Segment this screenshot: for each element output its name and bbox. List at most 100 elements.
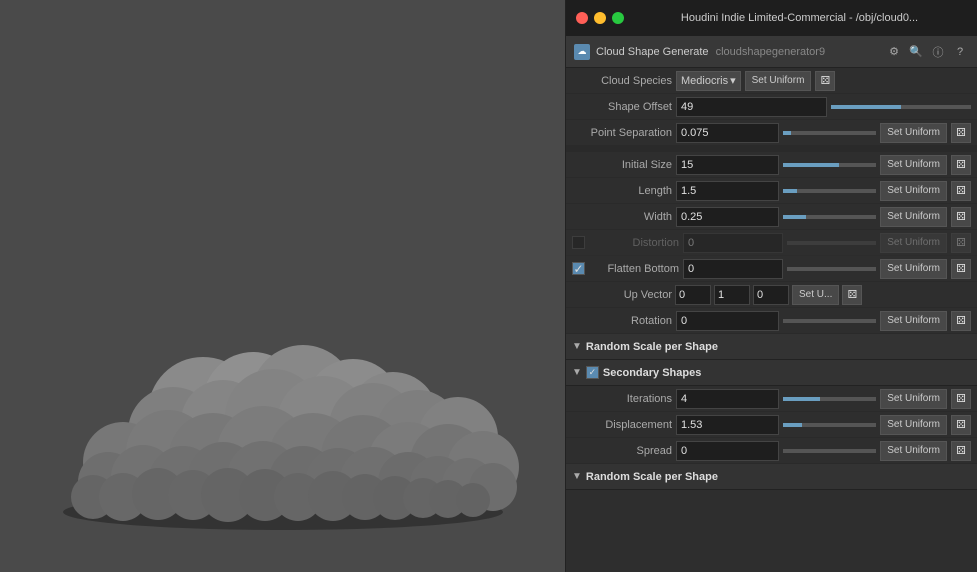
displacement-set-uniform[interactable]: Set Uniform — [880, 415, 947, 435]
iterations-label: Iterations — [572, 393, 672, 405]
length-row: Length Set Uniform ⚄ — [566, 178, 977, 204]
traffic-lights — [576, 12, 624, 24]
random-scale2-label: Random Scale per Shape — [586, 471, 718, 483]
up-vector-row: Up Vector Set U... ⚄ — [566, 282, 977, 308]
iterations-dice[interactable]: ⚄ — [951, 389, 971, 409]
header-icons: ⚙ 🔍 ⓘ ? — [885, 43, 969, 61]
flatten-bottom-set-uniform[interactable]: Set Uniform — [880, 259, 947, 279]
displacement-input[interactable] — [676, 415, 779, 435]
viewport — [0, 0, 565, 572]
main-window: Houdini Indie Limited-Commercial - /obj/… — [0, 0, 977, 572]
distortion-row: Distortion Set Uniform ⚄ — [566, 230, 977, 256]
secondary-shapes-checkbox[interactable]: ✓ — [586, 366, 599, 379]
length-input[interactable] — [676, 181, 779, 201]
displacement-dice[interactable]: ⚄ — [951, 415, 971, 435]
point-separation-dice[interactable]: ⚄ — [951, 123, 971, 143]
flatten-bottom-row: ✓ Flatten Bottom Set Uniform ⚄ — [566, 256, 977, 282]
width-dice[interactable]: ⚄ — [951, 207, 971, 227]
cloud-species-label: Cloud Species — [572, 75, 672, 87]
initial-size-set-uniform[interactable]: Set Uniform — [880, 155, 947, 175]
distortion-dice[interactable]: ⚄ — [951, 233, 971, 253]
shape-offset-label: Shape Offset — [572, 101, 672, 113]
minimize-button[interactable] — [594, 12, 606, 24]
random-scale2-section[interactable]: ▼ Random Scale per Shape — [566, 464, 977, 490]
secondary-shapes-section[interactable]: ▼ ✓ Secondary Shapes — [566, 360, 977, 386]
initial-size-row: Initial Size Set Uniform ⚄ — [566, 152, 977, 178]
distortion-checkbox[interactable] — [572, 236, 585, 249]
distortion-set-uniform[interactable]: Set Uniform — [880, 233, 947, 253]
search-icon[interactable]: 🔍 — [907, 43, 925, 61]
shape-offset-input[interactable] — [676, 97, 827, 117]
point-separation-label: Point Separation — [572, 127, 672, 139]
rotation-set-uniform[interactable]: Set Uniform — [880, 311, 947, 331]
point-separation-set-uniform[interactable]: Set Uniform — [880, 123, 947, 143]
length-slider[interactable] — [783, 189, 876, 193]
width-slider[interactable] — [783, 215, 876, 219]
right-panel: Houdini Indie Limited-Commercial - /obj/… — [565, 0, 977, 572]
cloud-species-dropdown[interactable]: Mediocris ▾ — [676, 71, 741, 91]
spread-dice[interactable]: ⚄ — [951, 441, 971, 461]
up-vector-y[interactable] — [714, 285, 750, 305]
width-set-uniform[interactable]: Set Uniform — [880, 207, 947, 227]
width-label: Width — [572, 211, 672, 223]
rotation-dice[interactable]: ⚄ — [951, 311, 971, 331]
flatten-bottom-slider[interactable] — [787, 267, 877, 271]
cloud-species-dice[interactable]: ⚄ — [815, 71, 835, 91]
distortion-slider — [787, 241, 877, 245]
spread-slider[interactable] — [783, 449, 876, 453]
maximize-button[interactable] — [612, 12, 624, 24]
initial-size-slider[interactable] — [783, 163, 876, 167]
flatten-bottom-checkbox[interactable]: ✓ — [572, 262, 585, 275]
flatten-bottom-input[interactable] — [683, 259, 783, 279]
displacement-slider[interactable] — [783, 423, 876, 427]
rotation-row: Rotation Set Uniform ⚄ — [566, 308, 977, 334]
up-vector-z[interactable] — [753, 285, 789, 305]
displacement-row: Displacement Set Uniform ⚄ — [566, 412, 977, 438]
shape-offset-row: Shape Offset — [566, 94, 977, 120]
initial-size-label: Initial Size — [572, 159, 672, 171]
iterations-row: Iterations Set Uniform ⚄ — [566, 386, 977, 412]
spread-label: Spread — [572, 445, 672, 457]
width-input[interactable] — [676, 207, 779, 227]
up-vector-label: Up Vector — [572, 289, 672, 301]
length-label: Length — [572, 185, 672, 197]
cloud-svg — [23, 212, 543, 532]
window-title: Houdini Indie Limited-Commercial - /obj/… — [632, 12, 967, 24]
flatten-bottom-dice[interactable]: ⚄ — [951, 259, 971, 279]
secondary-shapes-label: Secondary Shapes — [603, 367, 701, 379]
point-separation-row: Point Separation Set Uniform ⚄ — [566, 120, 977, 146]
help-icon[interactable]: ? — [951, 43, 969, 61]
cloud-scene — [0, 0, 565, 572]
up-vector-set-uniform[interactable]: Set U... — [792, 285, 839, 305]
length-dice[interactable]: ⚄ — [951, 181, 971, 201]
up-vector-x[interactable] — [675, 285, 711, 305]
close-button[interactable] — [576, 12, 588, 24]
point-separation-slider[interactable] — [783, 131, 876, 135]
initial-size-input[interactable] — [676, 155, 779, 175]
spread-input[interactable] — [676, 441, 779, 461]
spread-set-uniform[interactable]: Set Uniform — [880, 441, 947, 461]
width-row: Width Set Uniform ⚄ — [566, 204, 977, 230]
length-set-uniform[interactable]: Set Uniform — [880, 181, 947, 201]
initial-size-dice[interactable]: ⚄ — [951, 155, 971, 175]
distortion-label: Distortion — [589, 237, 679, 249]
cloud-species-row: Cloud Species Mediocris ▾ Set Uniform ⚄ — [566, 68, 977, 94]
up-vector-dice[interactable]: ⚄ — [842, 285, 862, 305]
node-name: Cloud Shape Generate cloudshapegenerator… — [596, 46, 879, 58]
cloud-species-set-uniform[interactable]: Set Uniform — [745, 71, 812, 91]
shape-offset-slider[interactable] — [831, 105, 972, 109]
rotation-slider[interactable] — [783, 319, 876, 323]
iterations-slider[interactable] — [783, 397, 876, 401]
rotation-input[interactable] — [676, 311, 779, 331]
random-scale-arrow: ▼ — [572, 341, 582, 352]
secondary-shapes-arrow: ▼ — [572, 367, 582, 378]
spread-row: Spread Set Uniform ⚄ — [566, 438, 977, 464]
iterations-set-uniform[interactable]: Set Uniform — [880, 389, 947, 409]
distortion-input[interactable] — [683, 233, 783, 253]
flatten-bottom-label: Flatten Bottom — [589, 263, 679, 275]
info-icon[interactable]: ⓘ — [929, 43, 947, 61]
iterations-input[interactable] — [676, 389, 779, 409]
settings-icon[interactable]: ⚙ — [885, 43, 903, 61]
random-scale-section[interactable]: ▼ Random Scale per Shape — [566, 334, 977, 360]
point-separation-input[interactable] — [676, 123, 779, 143]
